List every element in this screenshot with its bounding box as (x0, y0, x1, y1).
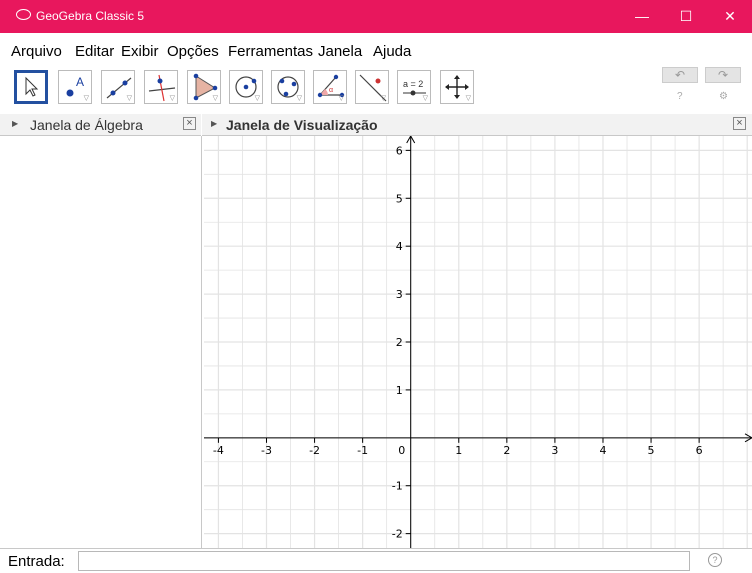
svg-text:A: A (76, 75, 84, 89)
circle-three-points-tool-button[interactable]: ▽ (271, 70, 305, 104)
y-tick-label: 6 (396, 144, 403, 157)
move-tool-button[interactable] (14, 70, 48, 104)
menu-janela[interactable]: Janela (318, 43, 362, 60)
input-label: Entrada: (8, 553, 65, 570)
redo-button[interactable]: ↷ (705, 67, 741, 83)
x-tick-label: -3 (261, 444, 272, 457)
graphics-view-title: Janela de Visualização (226, 117, 378, 133)
menu-bar: Arquivo Editar Exibir Opções Ferramentas… (0, 33, 752, 65)
settings-gear-icon[interactable]: ⚙ (719, 91, 728, 102)
x-tick-label: -4 (213, 444, 224, 457)
x-tick-label: 2 (503, 444, 510, 457)
y-tick-label: -1 (392, 480, 403, 493)
close-button[interactable]: ✕ (708, 0, 752, 33)
close-graphics-view-icon[interactable]: × (733, 117, 746, 130)
x-tick-label: 4 (599, 444, 606, 457)
y-tick-label: -2 (392, 528, 403, 541)
undo-button[interactable]: ↶ (662, 67, 698, 83)
svg-text:a = 2: a = 2 (403, 79, 423, 89)
menu-ferramentas[interactable]: Ferramentas (228, 43, 313, 60)
window-title: GeoGebra Classic 5 (36, 9, 145, 23)
menu-arquivo[interactable]: Arquivo (11, 43, 62, 60)
algebra-view[interactable] (0, 136, 202, 548)
algebra-view-title: Janela de Álgebra (30, 117, 143, 133)
perpendicular-tool-button[interactable]: ▽ (144, 70, 178, 104)
minimize-button[interactable]: — (620, 0, 664, 33)
arrow-cursor-icon (25, 76, 39, 97)
x-tick-label: 3 (551, 444, 558, 457)
polygon-tool-button[interactable]: ▽ (187, 70, 221, 104)
x-tick-label: 1 (455, 444, 462, 457)
input-bar: Entrada: ? (0, 548, 752, 573)
close-algebra-view-icon[interactable]: × (183, 117, 196, 130)
x-tick-label: 6 (696, 444, 703, 457)
slider-tool-button[interactable]: a = 2 ▽ (397, 70, 431, 104)
input-help-icon[interactable]: ? (708, 553, 722, 567)
x-tick-label: 5 (648, 444, 655, 457)
x-tick-label: 0 (398, 444, 405, 457)
x-tick-label: -1 (357, 444, 368, 457)
circle-tool-button[interactable]: ▽ (229, 70, 263, 104)
geogebra-logo-icon (16, 9, 31, 20)
svg-text:α: α (329, 87, 333, 94)
algebra-view-header: ▶ Janela de Álgebra × (0, 114, 201, 136)
triangle-right-icon[interactable]: ▶ (211, 119, 217, 128)
y-tick-label: 4 (396, 240, 403, 253)
reflect-tool-button[interactable]: ▽ (355, 70, 389, 104)
maximize-button[interactable]: ☐ (664, 0, 708, 33)
input-field[interactable] (78, 551, 690, 571)
toolbar: A ▽ ▽ ▽ ▽ ▽ ▽ α ▽ ▽ a = 2 ▽ ▽ ↶ ↷ ? ⚙ (0, 64, 752, 114)
menu-exibir[interactable]: Exibir (121, 43, 159, 60)
angle-tool-button[interactable]: α ▽ (313, 70, 347, 104)
y-tick-label: 2 (396, 336, 403, 349)
y-tick-label: 5 (396, 192, 403, 205)
help-icon[interactable]: ? (677, 91, 683, 102)
move-graphics-view-tool-button[interactable]: ▽ (440, 70, 474, 104)
title-bar: GeoGebra Classic 5 — ☐ ✕ (0, 0, 752, 33)
graphics-view-header: ▶ Janela de Visualização × (202, 114, 752, 136)
menu-editar[interactable]: Editar (75, 43, 114, 60)
menu-ajuda[interactable]: Ajuda (373, 43, 411, 60)
point-tool-button[interactable]: A ▽ (58, 70, 92, 104)
menu-opcoes[interactable]: Opções (167, 43, 219, 60)
line-tool-button[interactable]: ▽ (101, 70, 135, 104)
triangle-right-icon[interactable]: ▶ (12, 119, 18, 128)
x-tick-label: -2 (309, 444, 320, 457)
graphics-canvas[interactable]: -4 -3 -2 -1 0 1 2 3 4 5 6 6 5 4 3 2 1 -1 -2 (204, 136, 752, 548)
y-tick-label: 3 (396, 288, 403, 301)
y-tick-label: 1 (396, 384, 403, 397)
